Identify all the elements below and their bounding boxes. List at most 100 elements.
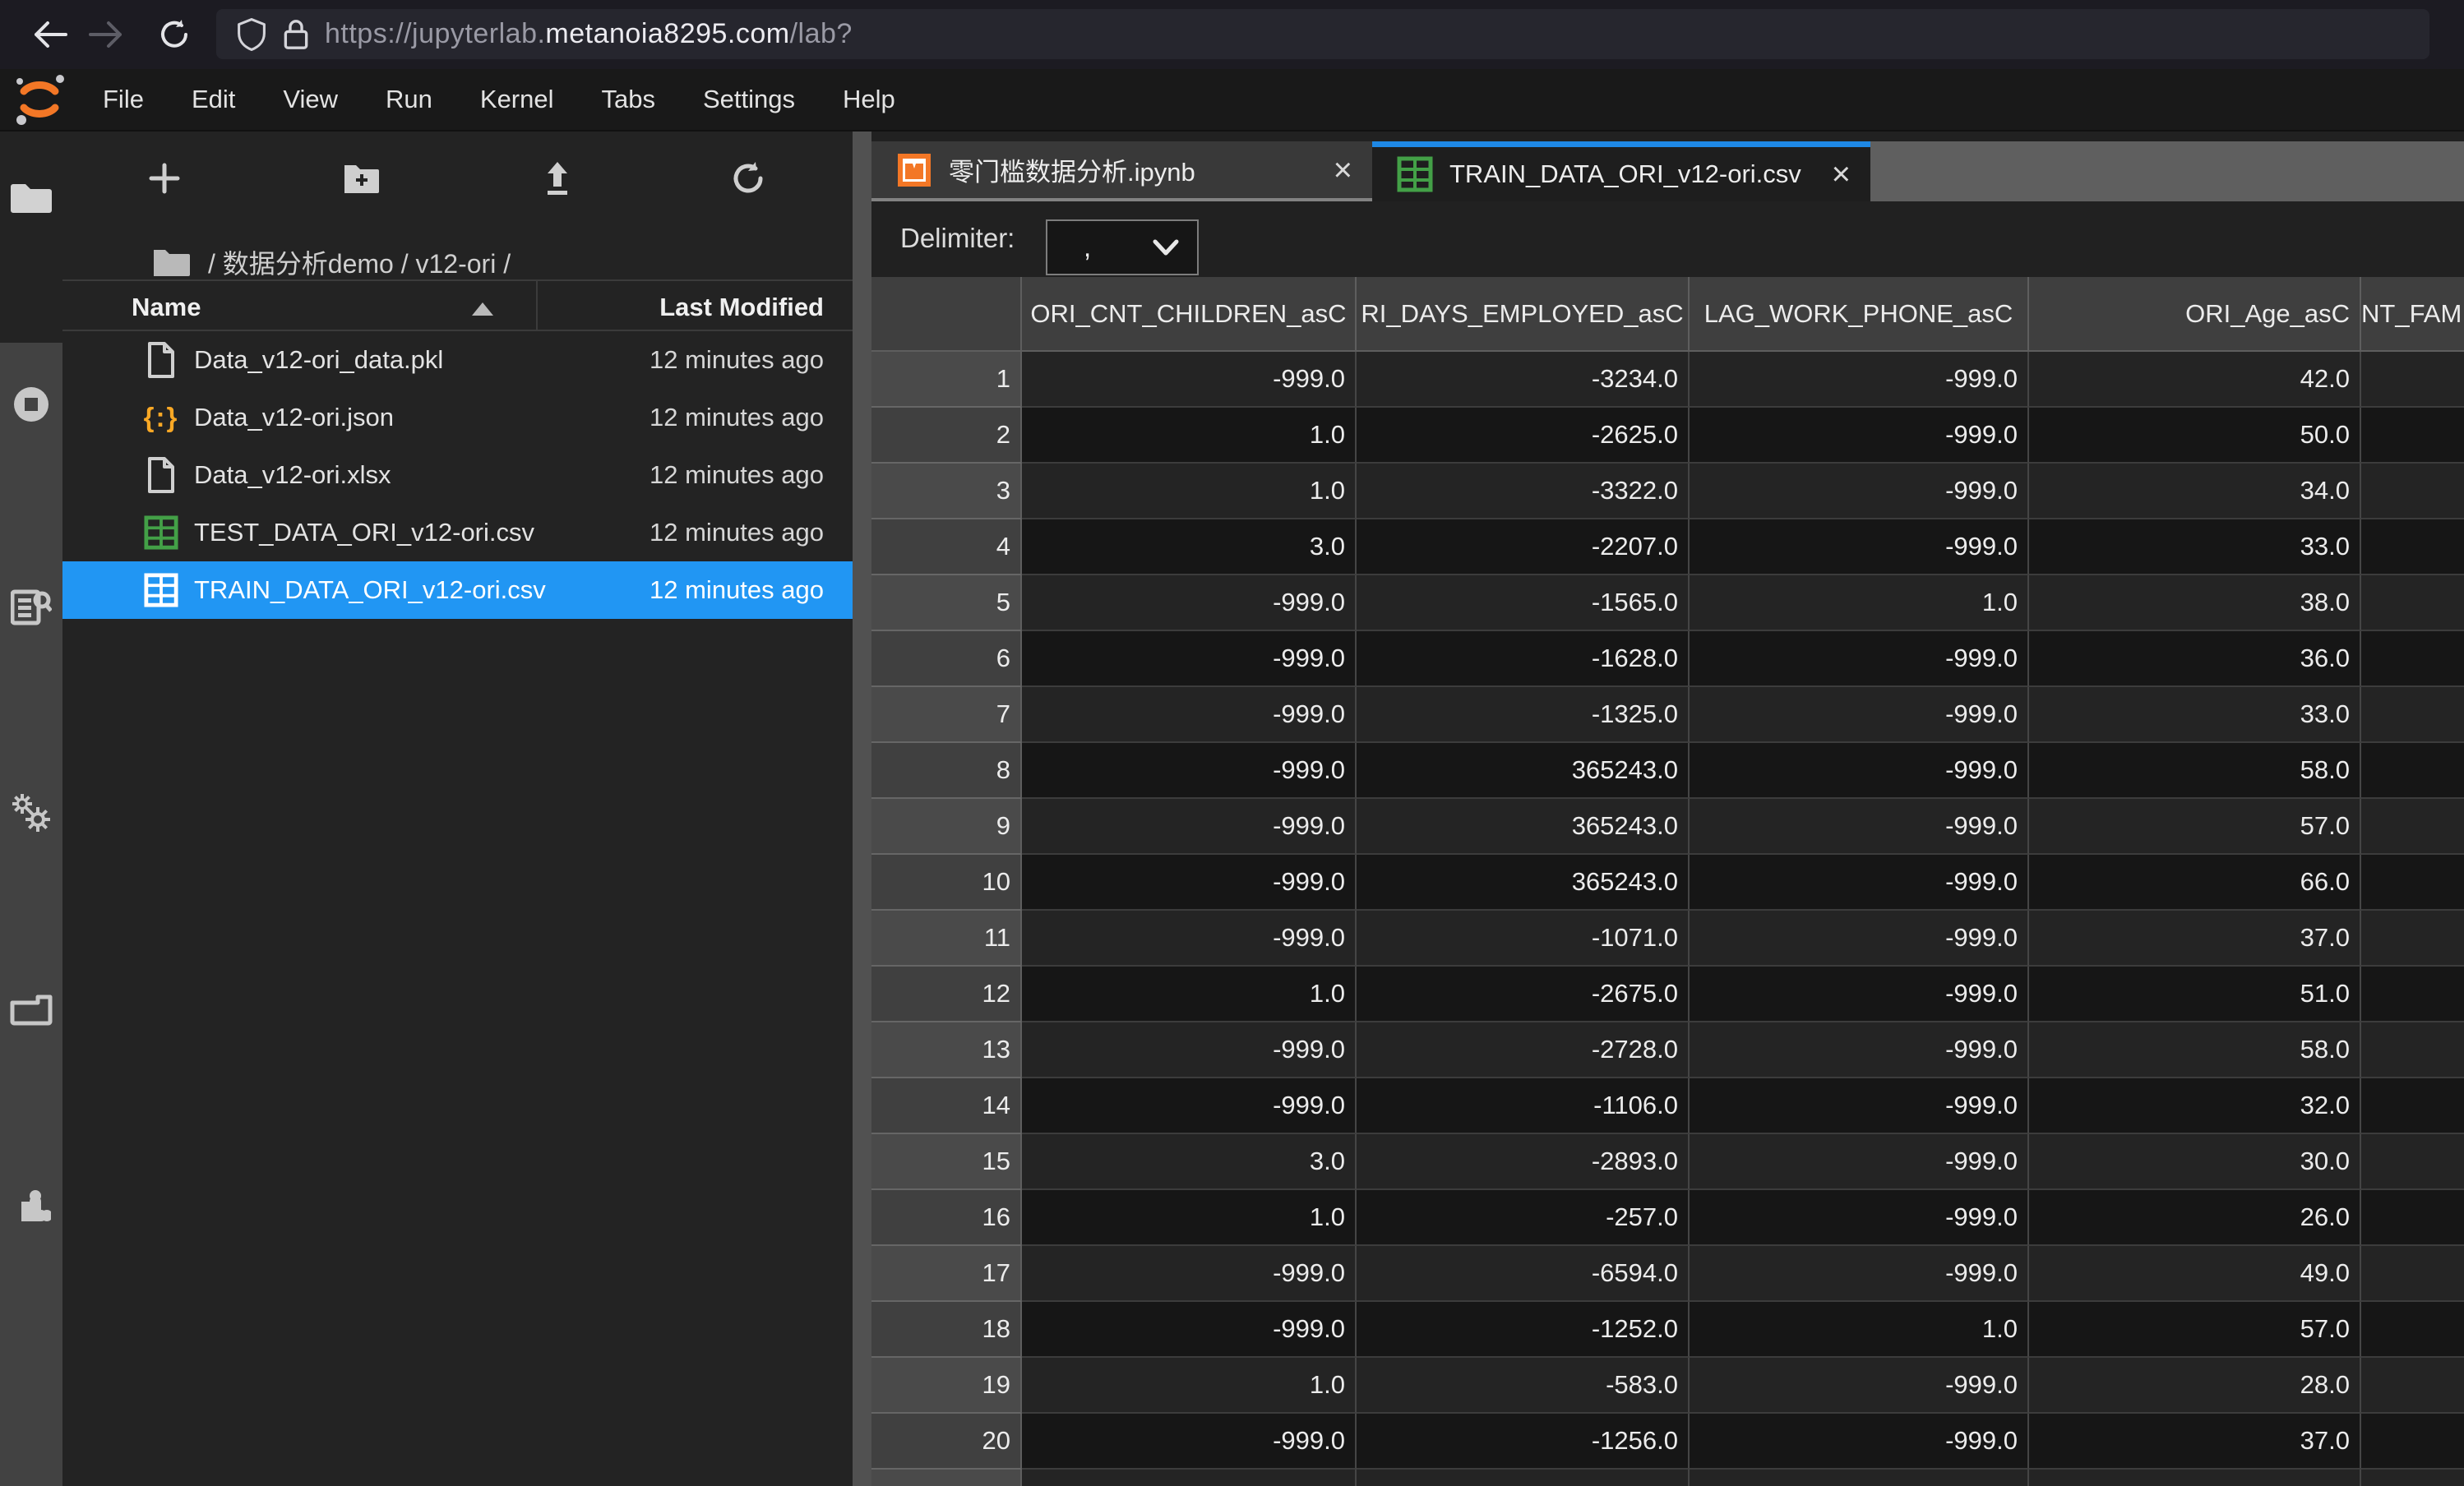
sort-by-name-header[interactable]: Name <box>132 293 201 322</box>
grid-cell: -2207.0 <box>1357 519 1690 575</box>
grid-cell: 365243.0 <box>1357 743 1690 799</box>
upload-icon[interactable] <box>535 156 580 201</box>
grid-cell: -999.0 <box>1690 911 2029 967</box>
sort-ascending-icon[interactable] <box>472 302 493 316</box>
file-browser-icon[interactable] <box>0 181 62 214</box>
grid-cell <box>2361 408 2464 464</box>
grid-cell: -583.0 <box>1357 1358 1690 1414</box>
grid-cell: -999.0 <box>1022 911 1357 967</box>
grid-cell: 57.0 <box>2029 799 2361 855</box>
grid-cell: -999.0 <box>1690 687 2029 743</box>
menu-settings[interactable]: Settings <box>679 69 819 130</box>
grid-row: 11 -999.0 -1071.0 -999.0 37.0 <box>871 911 2464 967</box>
grid-cell: 3.0 <box>1022 519 1357 575</box>
csv-icon <box>1395 155 1435 194</box>
grid-cell: -1565.0 <box>1357 575 1690 631</box>
row-number-cell: 1 <box>871 352 1022 408</box>
menu-run[interactable]: Run <box>362 69 456 130</box>
row-number-cell: 4 <box>871 519 1022 575</box>
menu-view[interactable]: View <box>259 69 362 130</box>
menu-kernel[interactable]: Kernel <box>456 69 578 130</box>
panel-splitter[interactable] <box>853 132 871 1486</box>
refresh-icon[interactable] <box>726 156 770 201</box>
new-folder-icon[interactable] <box>340 156 384 201</box>
row-number-cell: 7 <box>871 687 1022 743</box>
lock-icon <box>282 19 310 50</box>
file-row[interactable]: {:} TRAIN_DATA_ORI_v12-ori.csv 12 minute… <box>62 561 853 619</box>
delimiter-select[interactable]: , <box>1046 219 1199 275</box>
open-tabs-icon[interactable] <box>0 995 62 1026</box>
menu-tabs[interactable]: Tabs <box>578 69 679 130</box>
tab-csv-close-icon[interactable]: × <box>1832 158 1851 191</box>
tab-bar-empty-space <box>1870 141 2464 201</box>
csv-data-grid[interactable]: ORI_CNT_CHILDREN_asC RI_DAYS_EMPLOYED_as… <box>871 277 2464 1486</box>
grid-cell: 28.0 <box>2029 1358 2361 1414</box>
file-modified-time: 12 minutes ago <box>650 403 824 432</box>
url-bar[interactable]: https://jupyterlab.metanoia8295.com/lab? <box>216 9 2429 59</box>
tab-csv-label[interactable]: TRAIN_DATA_ORI_v12-ori.csv <box>1449 159 1824 189</box>
grid-col-header: ORI_CNT_CHILDREN_asC <box>1022 277 1357 352</box>
grid-cell <box>2361 1414 2464 1470</box>
grid-cell: -999.0 <box>1022 1414 1357 1470</box>
tab-notebook-label[interactable]: 零门槛数据分析.ipynb <box>949 151 1325 188</box>
file-row[interactable]: {:} Data_v12-ori_data.pkl 12 minutes ago <box>62 331 853 389</box>
grid-col-header: NT_FAM <box>2361 277 2464 352</box>
grid-cell: 50.0 <box>2029 408 2361 464</box>
file-row[interactable]: {:} Data_v12-ori.json 12 minutes ago <box>62 389 853 446</box>
row-number-cell: 15 <box>871 1134 1022 1190</box>
grid-cell: -999.0 <box>1690 1190 2029 1246</box>
file-name: TEST_DATA_ORI_v12-ori.csv <box>194 518 534 547</box>
grid-row-partial <box>871 1470 2464 1486</box>
tab-notebook-close-icon[interactable]: × <box>1334 154 1352 187</box>
reload-icon[interactable] <box>150 0 199 69</box>
breadcrumb-path[interactable]: / 数据分析demo / v12-ori / <box>208 243 511 281</box>
grid-cell: 1.0 <box>1022 1190 1357 1246</box>
shield-icon <box>236 18 267 51</box>
grid-cell: -1252.0 <box>1357 1302 1690 1358</box>
home-folder-icon[interactable] <box>152 247 190 277</box>
grid-cell: 1.0 <box>1690 1302 2029 1358</box>
grid-cell <box>2361 1134 2464 1190</box>
table-of-contents-search-icon[interactable] <box>0 588 62 626</box>
running-kernels-icon[interactable] <box>0 385 62 424</box>
grid-cell <box>2361 519 2464 575</box>
grid-cell: 33.0 <box>2029 519 2361 575</box>
grid-cell: -2675.0 <box>1357 967 1690 1022</box>
file-row[interactable]: {:} TEST_DATA_ORI_v12-ori.csv 12 minutes… <box>62 504 853 561</box>
grid-cell <box>2361 855 2464 911</box>
url-host: metanoia8295.com <box>545 18 789 49</box>
tab-csv[interactable]: TRAIN_DATA_ORI_v12-ori.csv × <box>1372 141 1870 201</box>
last-modified-header[interactable]: Last Modified <box>659 293 824 322</box>
grid-cell: 42.0 <box>2029 352 2361 408</box>
grid-cell: -999.0 <box>1690 1414 2029 1470</box>
extension-manager-icon[interactable] <box>0 1188 62 1228</box>
grid-cell: -999.0 <box>1022 743 1357 799</box>
file-list: {:} Data_v12-ori_data.pkl 12 minutes ago… <box>62 331 853 619</box>
file-modified-time: 12 minutes ago <box>650 518 824 547</box>
grid-cell: 36.0 <box>2029 631 2361 687</box>
menu-help[interactable]: Help <box>819 69 919 130</box>
grid-cell: -999.0 <box>1022 855 1357 911</box>
grid-cell: -999.0 <box>1022 1246 1357 1302</box>
forward-icon[interactable] <box>82 0 132 69</box>
gears-icon[interactable] <box>0 792 62 833</box>
grid-cell: 1.0 <box>1022 464 1357 519</box>
menu-file[interactable]: File <box>79 69 168 130</box>
file-name: TRAIN_DATA_ORI_v12-ori.csv <box>194 575 546 605</box>
new-launcher-icon[interactable] <box>142 156 187 201</box>
grid-cell: -999.0 <box>1690 1134 2029 1190</box>
grid-row: 1 -999.0 -3234.0 -999.0 42.0 <box>871 352 2464 408</box>
file-browser-panel: / 数据分析demo / v12-ori / Name Last Modifie… <box>62 132 853 1486</box>
grid-cell <box>2361 799 2464 855</box>
delimiter-value: , <box>1084 232 1091 263</box>
grid-cell: 38.0 <box>2029 575 2361 631</box>
tab-notebook[interactable]: 零门槛数据分析.ipynb × <box>871 141 1372 201</box>
back-icon[interactable] <box>25 0 74 69</box>
row-number-cell: 3 <box>871 464 1022 519</box>
file-row[interactable]: {:} Data_v12-ori.xlsx 12 minutes ago <box>62 446 853 504</box>
grid-cell: -999.0 <box>1690 967 2029 1022</box>
grid-cell: -999.0 <box>1690 352 2029 408</box>
menu-edit[interactable]: Edit <box>168 69 259 130</box>
row-number-cell: 18 <box>871 1302 1022 1358</box>
browser-chrome: https://jupyterlab.metanoia8295.com/lab? <box>0 0 2464 69</box>
